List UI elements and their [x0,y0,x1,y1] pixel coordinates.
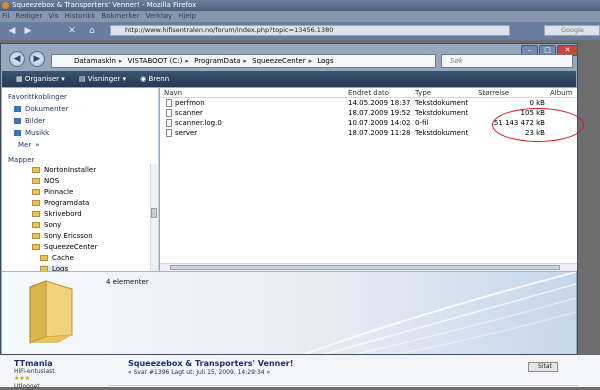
tree-item[interactable]: SqueezeCenter [32,243,97,251]
post-author[interactable]: TTmania [14,359,53,368]
quote-button[interactable]: Sitat [528,362,558,372]
post-title[interactable]: Squeezebox & Transporters' Venner! [128,359,293,368]
details-pane: 4 elementer [2,271,576,354]
forward-icon[interactable]: ▶ [29,51,45,67]
folder-icon [32,211,40,217]
tree-item[interactable]: Cache [40,254,74,262]
h-scroll-thumb[interactable] [170,265,560,270]
document-icon [166,109,172,117]
fav-music[interactable]: Musikk [14,129,49,137]
browser-search-field[interactable]: Google [544,25,600,36]
document-icon [166,129,172,137]
menu-tools[interactable]: Verktøy [146,11,173,22]
firefox-title: Squeezebox & Transporters' Venner! - Moz… [12,1,197,9]
menu-help[interactable]: Hjelp [178,11,196,22]
browser-back-icon[interactable]: ◀ [6,25,18,37]
folder-icon [32,178,40,184]
pictures-icon [14,118,21,124]
tree-item[interactable]: Skrivebord [32,210,82,218]
folder-icon [32,189,40,195]
document-icon [166,99,172,107]
folder-icon [32,244,40,250]
documents-icon [14,106,21,112]
menu-edit[interactable]: Rediger [15,11,42,22]
decorative-swoosh [302,272,576,354]
folders-header: Mapper [8,156,35,164]
favorites-header: Favorittkoblinger [8,93,67,101]
crumb-drive[interactable]: VISTABOOT (C:) [128,57,183,65]
col-album[interactable]: Album [550,89,572,97]
author-role: HiFi-entusiast [14,368,55,375]
fav-pictures[interactable]: Bilder [14,117,45,125]
folder-icon [40,255,48,261]
crumb-logs[interactable]: Logs [317,57,333,65]
tree-scroll-thumb[interactable] [151,208,157,218]
col-type[interactable]: Type [415,89,431,97]
menu-file[interactable]: Fil [2,11,9,22]
tree-item[interactable]: Sony [32,221,61,229]
tree-scrollbar[interactable] [150,164,158,272]
crumb-computer[interactable]: Datamaskin [74,57,116,65]
menu-bookmarks[interactable]: Bokmerker [101,11,139,22]
browser-home-icon[interactable]: ⌂ [86,25,98,37]
navigation-pane: Favorittkoblinger Dokumenter Bilder Musi… [2,88,159,273]
post-divider [108,385,578,386]
folder-icon [32,233,40,239]
tree-item[interactable]: Sony Ericsson [32,232,93,240]
browser-url-field[interactable]: http://www.hifisentralen.no/forum/index.… [110,25,510,36]
folder-icon [32,222,40,228]
horizontal-scrollbar[interactable] [160,263,577,271]
burn-button[interactable]: ◉ Brenn [140,71,169,87]
tree-item[interactable]: NOS [32,177,59,185]
col-name[interactable]: Navn [164,89,182,97]
table-row[interactable]: perfmon 14.05.2009 18:37 Tekstdokument 0… [160,99,577,108]
fav-documents[interactable]: Dokumenter [14,105,68,113]
firefox-titlebar: Squeezebox & Transporters' Venner! - Moz… [0,0,600,11]
music-icon [14,130,21,136]
tree-item[interactable]: Pinnacle [32,188,73,196]
more-link[interactable]: Mer » [18,141,40,149]
search-field[interactable]: Søk [441,54,573,68]
folder-icon [32,167,40,173]
rank-stars-icon: ★★★ [14,375,31,382]
crumb-squeezecenter[interactable]: SqueezeCenter [252,57,305,65]
command-toolbar: ▦ Organiser ▾ ▤ Visninger ▾ ◉ Brenn [2,71,576,87]
document-icon [166,119,172,127]
forum-post-area: TTmania HiFi-entusiast ★★★ Utlogget Sque… [0,355,600,390]
firefox-icon [2,2,9,9]
tree-item[interactable]: Programdata [32,199,89,207]
address-bar[interactable]: Datamaskin ▸ VISTABOOT (C:) ▸ ProgramData ▸… [51,54,436,68]
menu-history[interactable]: Historikk [65,11,96,22]
col-date[interactable]: Endret dato [348,89,389,97]
explorer-window: – □ ✕ ◀ ▶ Datamaskin ▸ VISTABOOT (C:) ▸ Pr… [0,43,578,355]
browser-reload-icon[interactable]: ✕ [66,25,78,37]
organize-button[interactable]: ▦ Organiser ▾ [16,71,65,87]
post-meta: « Svar #1396 Lagt ut: juli 15, 2009, 14:… [128,369,271,376]
firefox-menubar: Fil Rediger Vis Historikk Bokmerker Verk… [0,11,600,22]
crumb-programdata[interactable]: ProgramData [194,57,240,65]
col-size[interactable]: Størrelse [478,89,509,97]
column-headers: Navn Endret dato Type Størrelse Album [160,88,577,98]
back-icon[interactable]: ◀ [9,51,25,67]
item-count: 4 elementer [106,278,149,286]
browser-forward-icon[interactable]: ▶ [22,25,34,37]
views-button[interactable]: ▤ Visninger ▾ [79,71,126,87]
annotation-circle [492,108,584,142]
folder-icon-large [29,280,73,344]
tree-item[interactable]: NortonInstaller [32,166,96,174]
menu-view[interactable]: Vis [48,11,58,22]
folder-icon [32,200,40,206]
